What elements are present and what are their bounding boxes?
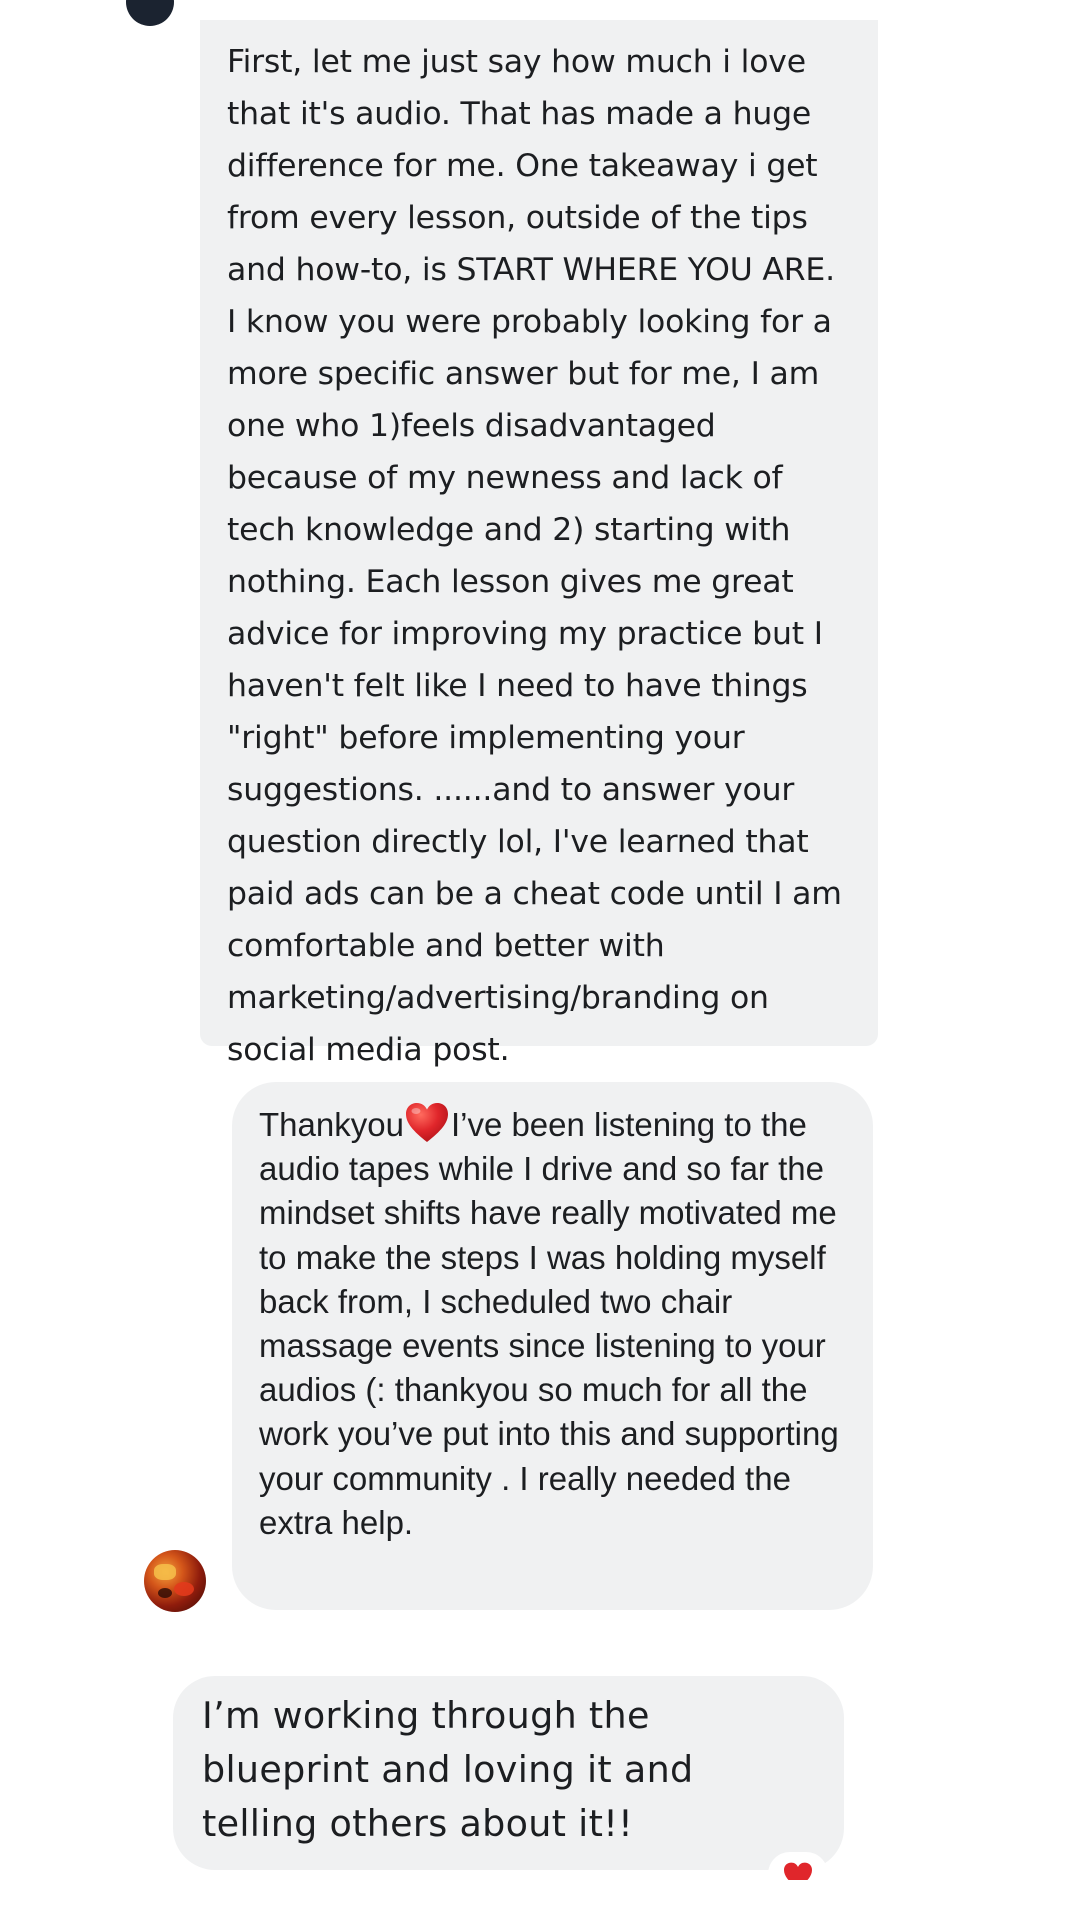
message-bubble-2[interactable]: Thankyou I’ve been listening to the audio…	[232, 1082, 873, 1610]
avatar-image-detail	[174, 1582, 194, 1596]
message-bubble-3[interactable]: I’m working through the blueprint and lo…	[173, 1676, 844, 1870]
sender-avatar-top[interactable]	[126, 0, 174, 26]
sender-avatar[interactable]	[144, 1550, 206, 1612]
message-bubble-1[interactable]: First, let me just say how much i love t…	[200, 20, 878, 1068]
bottom-edge	[0, 1880, 1080, 1920]
message-text-1: First, let me just say how much i love t…	[227, 44, 842, 1068]
message-text-2-end: I’ve been listening to the audio tapes w…	[259, 1106, 839, 1541]
avatar-image-detail	[158, 1588, 172, 1598]
red-heart-icon	[405, 1102, 449, 1144]
message-text-2-start: Thankyou	[259, 1106, 404, 1143]
message-text-3: I’m working through the blueprint and lo…	[202, 1694, 694, 1845]
avatar-image-detail	[154, 1564, 176, 1580]
